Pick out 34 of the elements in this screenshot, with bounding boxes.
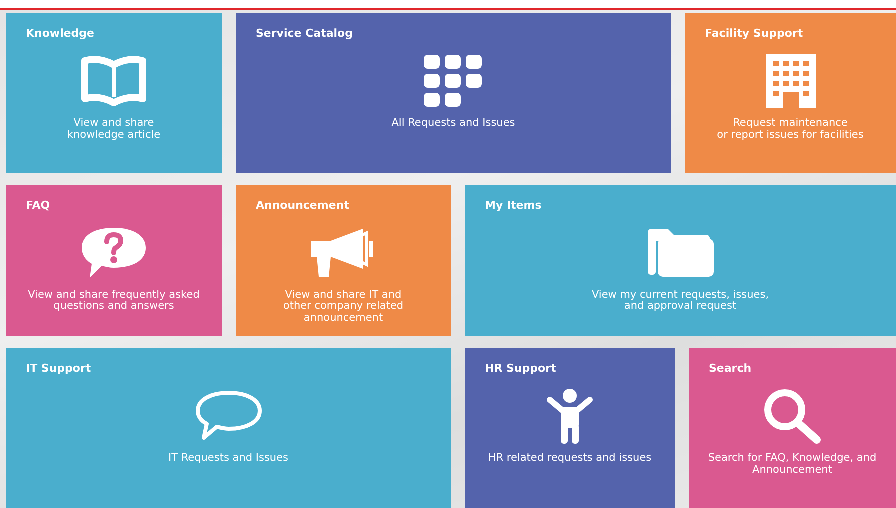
menu-tile[interactable]: My Items View my current requests, issues, and approval request bbox=[465, 184, 896, 336]
tile-title: Service Catalog bbox=[256, 27, 353, 40]
grid-icon bbox=[424, 55, 484, 107]
tile-title: Search bbox=[709, 362, 752, 376]
menu-tile[interactable]: Facility Support Request maintenance or report issues for facilities bbox=[685, 13, 896, 173]
tile-description: View and share IT and other company related announcement bbox=[283, 290, 404, 324]
menu-tile[interactable]: IT Support IT Requests and Issues bbox=[6, 348, 451, 508]
tile-title: My Items bbox=[485, 198, 542, 212]
building-icon bbox=[764, 52, 818, 110]
menu-tile[interactable]: FAQ View and share frequently asked questions and answers bbox=[6, 184, 222, 336]
menu-tile[interactable]: Knowledge View and share knowledge article bbox=[6, 13, 222, 173]
menu-tile[interactable]: Search Search for FAQ, Knowledge, and Announcement bbox=[689, 348, 896, 508]
menu-tile[interactable]: HR Support HR related requests and issues bbox=[465, 348, 675, 508]
tile-description: All Requests and Issues bbox=[392, 118, 516, 130]
tile-title: HR Support bbox=[485, 362, 556, 376]
tile-title: Knowledge bbox=[26, 27, 95, 40]
folder-icon bbox=[646, 226, 716, 279]
tile-title: Announcement bbox=[256, 198, 350, 212]
tile-description: View my current requests, issues, and approval request bbox=[592, 290, 770, 313]
tile-description: IT Requests and Issues bbox=[168, 453, 289, 465]
tile-description: Search for FAQ, Knowledge, and Announcement bbox=[708, 453, 877, 476]
menu-tile[interactable]: Announcement View and share IT and other company related announcement bbox=[236, 184, 451, 336]
tile-description: HR related requests and issues bbox=[488, 453, 652, 465]
tile-description: Request maintenance or report issues for facilities bbox=[717, 118, 864, 141]
tile-description: View and share frequently asked questions and answers bbox=[28, 290, 200, 313]
question-bubble-icon bbox=[80, 226, 148, 280]
speech-bubble-icon bbox=[194, 390, 264, 442]
menu-tile[interactable]: Service Catalog All Requests and Issues bbox=[236, 13, 671, 173]
person-icon bbox=[546, 388, 594, 444]
tile-title: Facility Support bbox=[705, 27, 804, 40]
tile-title: FAQ bbox=[26, 198, 50, 212]
tile-description: View and share knowledge article bbox=[67, 118, 161, 141]
book-icon bbox=[79, 55, 149, 107]
tile-title: IT Support bbox=[26, 362, 92, 376]
